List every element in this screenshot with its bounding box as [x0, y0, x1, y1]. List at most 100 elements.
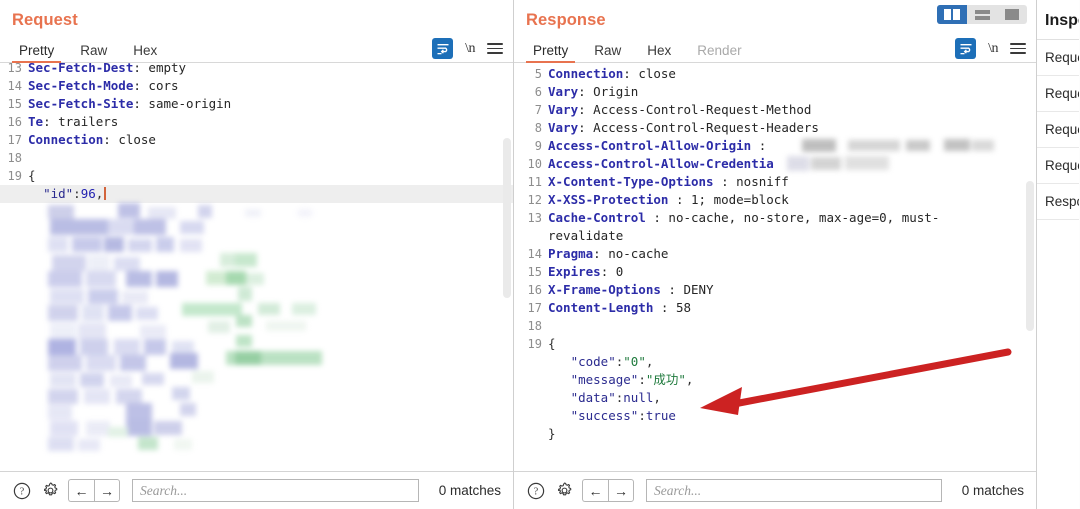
request-tab-tools: \n — [432, 38, 503, 59]
response-body-line-message: "message":"成功", — [514, 371, 1036, 389]
line-text: Sec-Fetch-Site: same-origin — [28, 96, 232, 111]
code-line: 5 Connection: close — [514, 65, 1036, 83]
line-text: Access-Control-Allow-Credentia — [548, 156, 774, 171]
inspector-item-response[interactable]: Response — [1037, 184, 1079, 220]
code-line: 12 X-XSS-Protection : 1; mode=block — [514, 191, 1036, 209]
code-line: 16 Te: trailers — [0, 113, 513, 131]
line-number: 14 — [7, 79, 22, 93]
line-text: "success":true — [570, 408, 676, 423]
newline-toggle[interactable]: \n — [465, 41, 475, 57]
line-number: 12 — [527, 193, 542, 207]
code-line: 19 { — [514, 335, 1036, 353]
code-line: 11 X-Content-Type-Options : nosniff — [514, 173, 1036, 191]
response-tab-hex[interactable]: Hex — [638, 43, 680, 62]
line-number: 16 — [527, 283, 542, 297]
gear-icon[interactable] — [554, 481, 574, 501]
search-placeholder: Search... — [654, 482, 702, 498]
response-tab-raw[interactable]: Raw — [585, 43, 630, 62]
svg-text:?: ? — [20, 486, 25, 497]
request-tab-raw[interactable]: Raw — [71, 43, 116, 62]
request-pane: Request Pretty Raw Hex \n 13 Sec-Fetch-D… — [0, 0, 514, 509]
response-tab-pretty[interactable]: Pretty — [524, 43, 577, 63]
response-match-count: 0 matches — [961, 483, 1024, 498]
arrow-left-icon[interactable]: ← — [582, 479, 608, 502]
line-text: Vary: Access-Control-Request-Headers — [548, 120, 819, 135]
svg-text:?: ? — [534, 486, 539, 497]
request-search-input[interactable]: Search... — [132, 479, 419, 502]
code-line: 13 Cache-Control : no-cache, no-store, m… — [514, 209, 969, 245]
split-vertical-icon — [944, 9, 960, 20]
inspector-item-request-2[interactable]: Request — [1037, 76, 1079, 112]
code-line: 14 Pragma: no-cache — [514, 245, 1036, 263]
request-tab-hex[interactable]: Hex — [124, 43, 166, 62]
word-wrap-icon[interactable] — [955, 38, 977, 59]
split-vertical-layout-button[interactable] — [937, 5, 967, 24]
response-editor[interactable]: 5 Connection: close 6 Vary: Origin 7 Var… — [514, 63, 1036, 471]
line-number: 18 — [7, 151, 22, 165]
line-text: X-Content-Type-Options : nosniff — [548, 174, 789, 189]
line-text: { — [548, 336, 556, 351]
response-body-line: "data":null, — [514, 389, 1036, 407]
response-pane: Response Pretty Raw Hex Render \n 5 Conn… — [514, 0, 1037, 509]
line-text: Access-Control-Allow-Origin : — [548, 138, 774, 153]
request-title: Request — [12, 11, 78, 29]
help-circle-icon[interactable]: ? — [12, 481, 32, 501]
line-number: 17 — [527, 301, 542, 315]
hamburger-menu-icon[interactable] — [1010, 42, 1026, 55]
newline-toggle[interactable]: \n — [988, 41, 998, 57]
hamburger-menu-icon[interactable] — [487, 42, 503, 55]
line-number: 16 — [7, 115, 22, 129]
line-text: X-Frame-Options : DENY — [548, 282, 714, 297]
arrow-left-icon[interactable]: ← — [68, 479, 94, 502]
request-footer: ? ← → Search... 0 matches — [0, 471, 513, 509]
line-text: { — [28, 168, 36, 183]
line-number: 5 — [534, 67, 542, 81]
line-text: Sec-Fetch-Dest: empty — [28, 63, 187, 75]
http-message-viewer: Request Pretty Raw Hex \n 13 Sec-Fetch-D… — [0, 0, 1080, 509]
code-line: 13 Sec-Fetch-Dest: empty — [0, 63, 513, 77]
redacted-header-value — [787, 156, 917, 172]
word-wrap-icon[interactable] — [432, 38, 454, 59]
line-number: 9 — [534, 139, 542, 153]
arrow-right-icon[interactable]: → — [608, 479, 634, 502]
code-line: 17 Content-Length : 58 — [514, 299, 1036, 317]
request-scrollbar[interactable] — [503, 63, 511, 471]
code-line: 9 Access-Control-Allow-Origin : — [514, 137, 1036, 155]
line-number: 13 — [527, 211, 542, 225]
inspector-item-request-4[interactable]: Request — [1037, 148, 1079, 184]
code-line: 6 Vary: Origin — [514, 83, 1036, 101]
gear-icon[interactable] — [40, 481, 60, 501]
request-scrollbar-thumb[interactable] — [503, 138, 511, 298]
redacted-json-body — [30, 203, 370, 453]
line-text: Pragma: no-cache — [548, 246, 669, 261]
split-horizontal-layout-button[interactable] — [967, 5, 997, 24]
code-line: 14 Sec-Fetch-Mode: cors — [0, 77, 513, 95]
inspector-item-request-3[interactable]: Request — [1037, 112, 1079, 148]
response-code: 5 Connection: close 6 Vary: Origin 7 Var… — [514, 63, 1036, 443]
line-text: Vary: Origin — [548, 84, 639, 99]
response-body-close: } — [514, 425, 1036, 443]
help-circle-icon[interactable]: ? — [526, 481, 546, 501]
inspector-panel: Inspector Request Request Request Reques… — [1037, 0, 1079, 509]
single-pane-layout-button[interactable] — [997, 5, 1027, 24]
line-number: 6 — [534, 85, 542, 99]
line-text: Te: trailers — [28, 114, 119, 129]
request-code: 13 Sec-Fetch-Dest: empty 14 Sec-Fetch-Mo… — [0, 63, 513, 203]
request-editor[interactable]: 13 Sec-Fetch-Dest: empty 14 Sec-Fetch-Mo… — [0, 63, 513, 471]
response-search-input[interactable]: Search... — [646, 479, 942, 502]
line-text: Connection: close — [28, 132, 156, 147]
request-tab-pretty[interactable]: Pretty — [10, 43, 63, 63]
response-tab-render[interactable]: Render — [688, 43, 750, 62]
request-body-line-id[interactable]: "id":96, — [0, 185, 513, 203]
response-scrollbar-thumb[interactable] — [1026, 181, 1034, 331]
line-number: 17 — [7, 133, 22, 147]
code-line: 10 Access-Control-Allow-Credentia — [514, 155, 1036, 173]
line-text: "code":"0", — [570, 354, 654, 369]
redacted-header-value — [802, 139, 994, 153]
code-line: 16 X-Frame-Options : DENY — [514, 281, 1036, 299]
split-horizontal-icon — [974, 9, 990, 20]
arrow-right-icon[interactable]: → — [94, 479, 120, 502]
inspector-item-request-1[interactable]: Request — [1037, 40, 1079, 76]
response-scrollbar[interactable] — [1026, 63, 1034, 471]
line-text: Content-Length : 58 — [548, 300, 691, 315]
